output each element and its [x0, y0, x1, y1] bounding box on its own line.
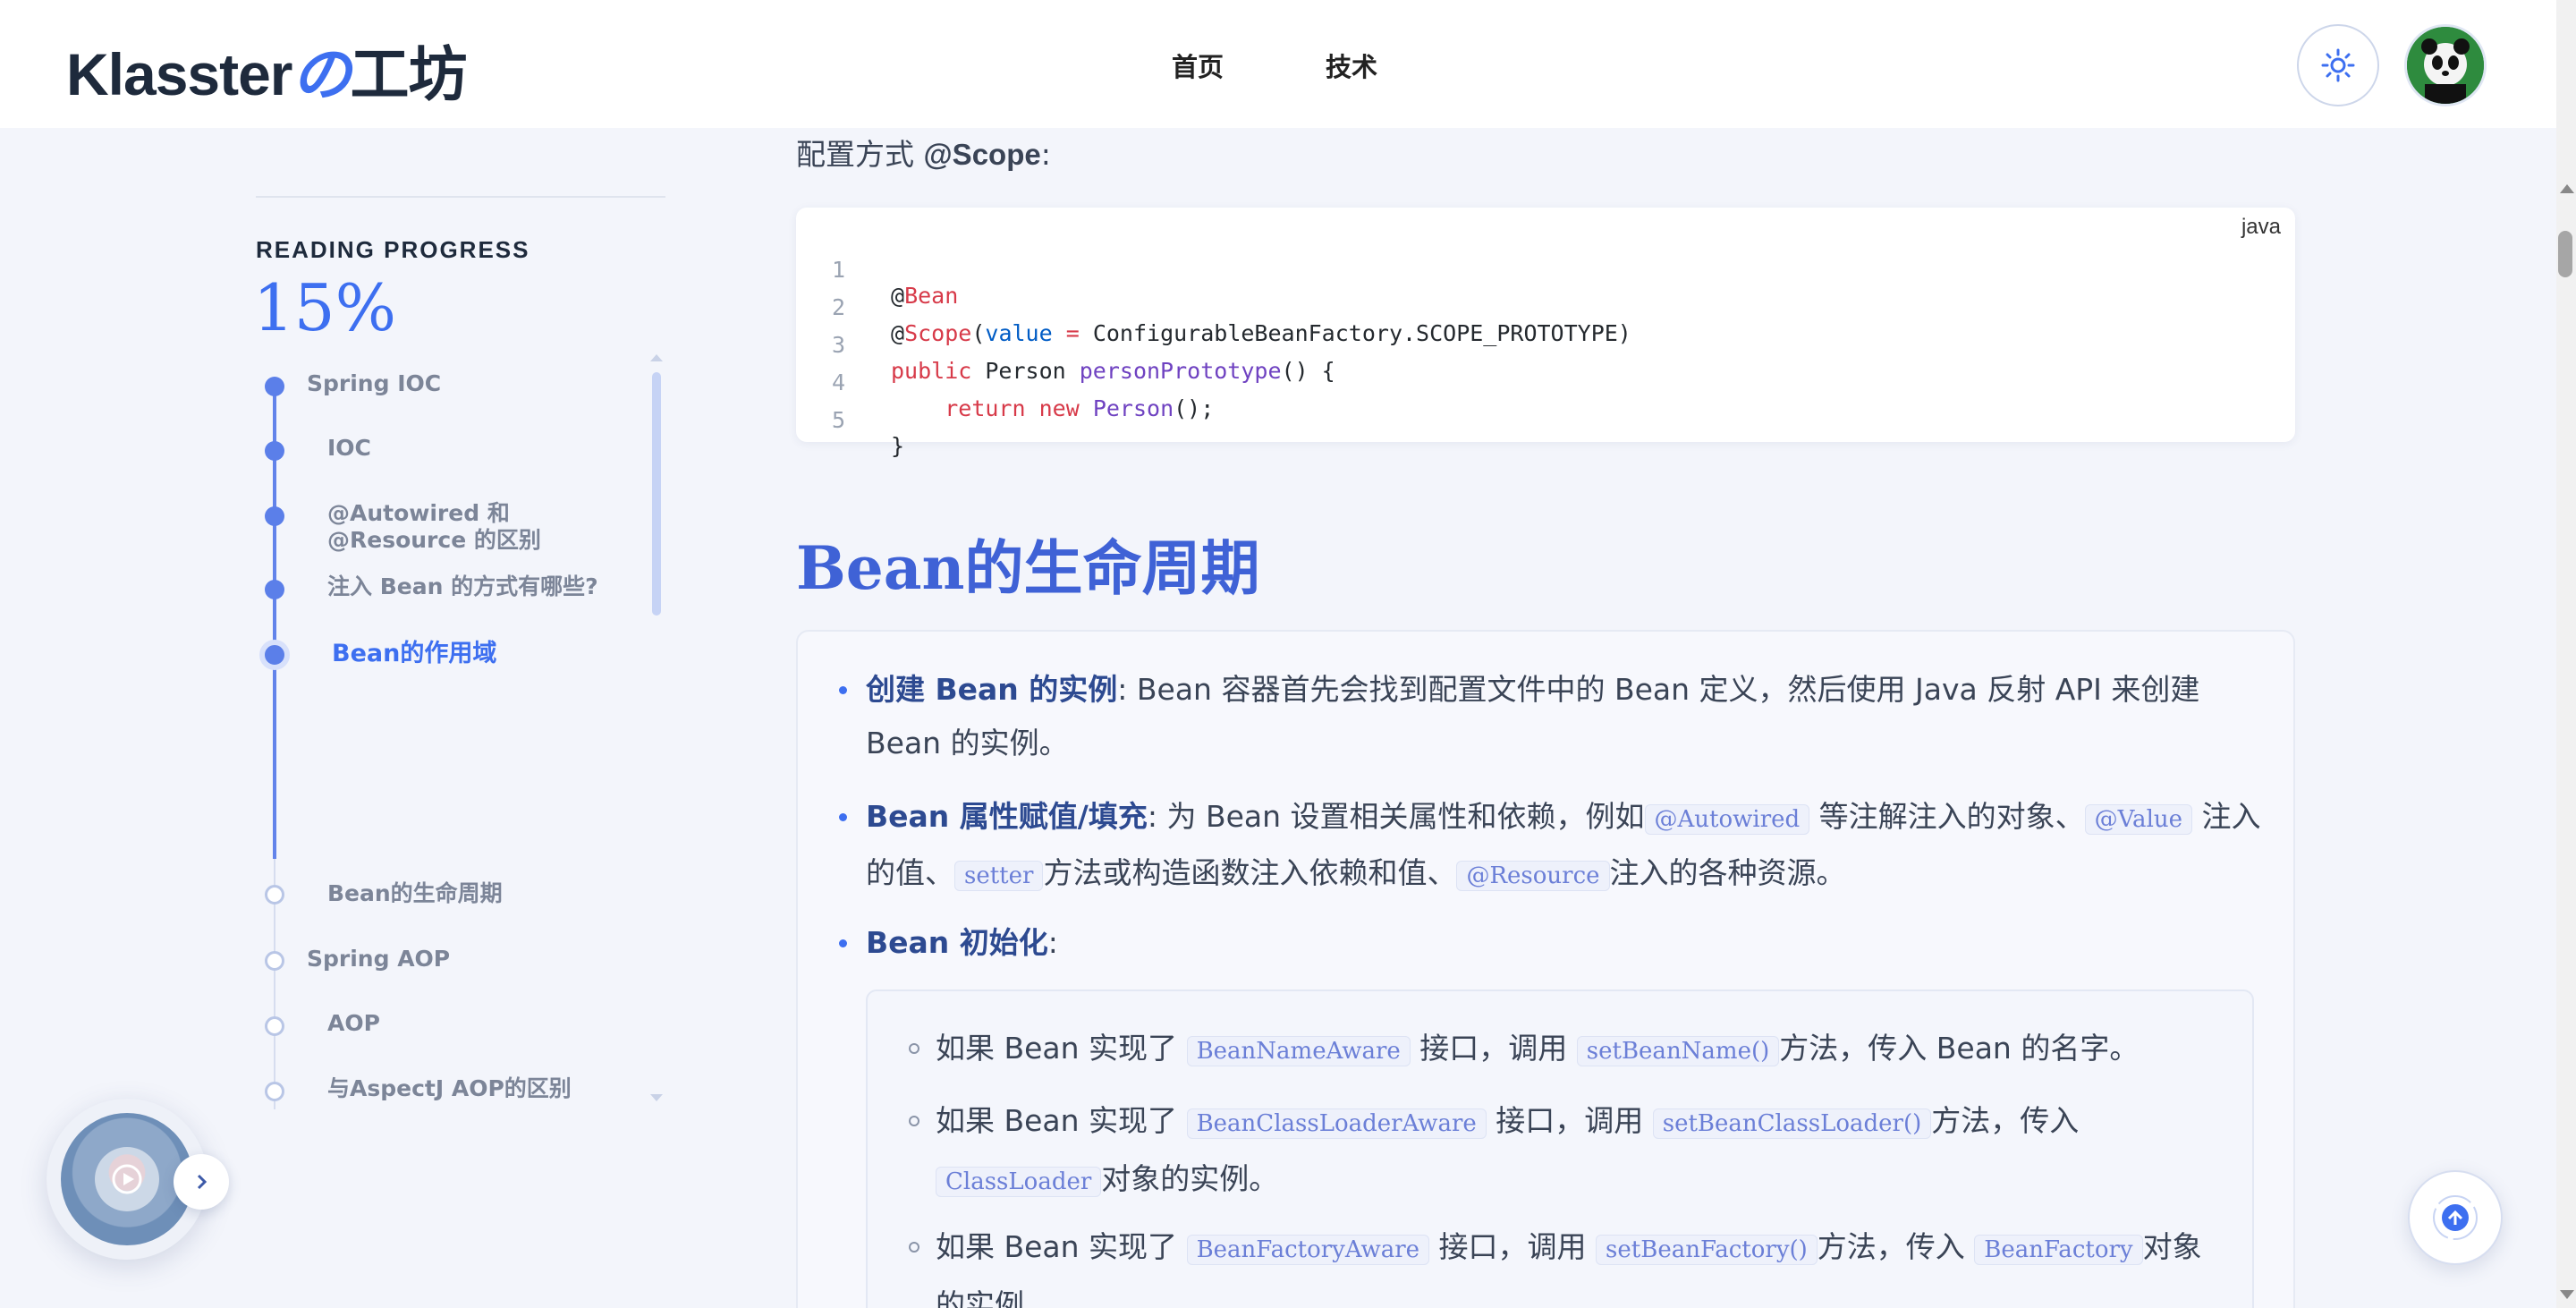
- list-bullet: [839, 686, 847, 694]
- back-to-top-button[interactable]: [2408, 1170, 2503, 1265]
- list-item-property-fill: Bean 属性赋值/填充: 为 Bean 设置相关属性和依赖，例如 @Autowi…: [866, 799, 2261, 891]
- toc-item-ioc[interactable]: IOC: [327, 435, 371, 462]
- site-logo[interactable]: Klassterの工坊: [66, 27, 468, 113]
- config-label: 配置方式 @Scope:: [796, 137, 1051, 172]
- toc-item-inject-bean[interactable]: 注入 Bean 的方式有哪些?: [327, 573, 598, 600]
- scroll-up-arrow[interactable]: [2560, 184, 2574, 193]
- toc-item-spring-aop[interactable]: Spring AOP: [307, 946, 450, 973]
- sub-item-bean-factory-aware: 如果 Bean 实现了 BeanFactoryAware 接口，调用 setBe…: [936, 1229, 2202, 1308]
- sun-icon: [2321, 48, 2355, 82]
- theme-toggle-button[interactable]: [2297, 24, 2379, 106]
- nav-home[interactable]: 首页: [1172, 47, 1224, 84]
- toc-item-spring-ioc[interactable]: Spring IOC: [307, 370, 441, 397]
- code-line: 5 }: [832, 407, 905, 459]
- sidebar-divider: [256, 196, 665, 198]
- section-heading: Bean的生命周期: [796, 533, 1260, 603]
- list-bullet: [839, 813, 847, 821]
- toc-item-aop[interactable]: AOP: [327, 1010, 380, 1037]
- toc-marker: [265, 885, 284, 905]
- toc-marker: [265, 441, 284, 461]
- toc-item-bean-scope[interactable]: Bean的作用域: [332, 641, 496, 667]
- code-language: java: [2241, 215, 2281, 239]
- toc-marker: [265, 1016, 284, 1036]
- toc-marker: [265, 580, 284, 599]
- page-scrollbar[interactable]: [2556, 0, 2576, 1308]
- code-line: 3 public Person personPrototype() {: [832, 332, 1335, 384]
- list-item-create-instance: 创建 Bean 的实例: Bean 容器首先会找到配置文件中的 Bean 定义，…: [866, 672, 2200, 760]
- code-line: 4 return new Person();: [832, 369, 1215, 421]
- toc-scroll-down-arrow[interactable]: [650, 1094, 663, 1101]
- toc-marker: [265, 506, 284, 526]
- toc-item-autowired-resource[interactable]: @Autowired 和 @Resource 的区别: [327, 500, 631, 554]
- arrow-up-icon: [2433, 1195, 2478, 1240]
- reading-progress-value: 15%: [253, 270, 397, 345]
- toc-scroll-up-arrow[interactable]: [650, 354, 663, 361]
- player-expand-button[interactable]: [174, 1154, 229, 1210]
- toc-scrollbar[interactable]: [652, 372, 661, 616]
- sub-list-bullet: [909, 1242, 919, 1253]
- list-item-bean-init: Bean 初始化:: [866, 925, 1058, 960]
- code-block: java 1 @Bean 2 @Scope(value = Configurab…: [796, 208, 2295, 459]
- reading-progress-label: READING PROGRESS: [256, 236, 530, 263]
- scroll-down-arrow[interactable]: [2560, 1290, 2574, 1299]
- toc-item-aspectj[interactable]: 与AspectJ AOP的区别: [327, 1075, 572, 1102]
- code-line: 1 @Bean: [832, 257, 959, 309]
- chevron-right-icon: [197, 1174, 208, 1190]
- toc-marker: [265, 377, 284, 396]
- nav-tech[interactable]: 技术: [1326, 47, 1377, 84]
- toc-marker: [265, 1082, 284, 1101]
- play-button[interactable]: [95, 1147, 159, 1211]
- sub-list-bullet: [909, 1043, 919, 1054]
- user-avatar[interactable]: [2404, 24, 2487, 106]
- sub-item-bean-classloader-aware: 如果 Bean 实现了 BeanClassLoaderAware 接口，调用 s…: [936, 1103, 2080, 1197]
- toc-item-bean-lifecycle[interactable]: Bean的生命周期: [327, 880, 503, 907]
- toc-marker: [265, 951, 284, 971]
- list-bullet: [839, 939, 847, 947]
- site-header: Klassterの工坊 首页 技术: [0, 0, 2576, 128]
- code-line: 2 @Scope(value = ConfigurableBeanFactory…: [832, 294, 1631, 346]
- scrollbar-thumb[interactable]: [2558, 231, 2572, 277]
- sub-item-bean-name-aware: 如果 Bean 实现了 BeanNameAware 接口，调用 setBeanN…: [936, 1031, 2140, 1066]
- sub-list-bullet: [909, 1116, 919, 1126]
- play-icon: [112, 1164, 142, 1194]
- toc-active-marker: [259, 640, 290, 670]
